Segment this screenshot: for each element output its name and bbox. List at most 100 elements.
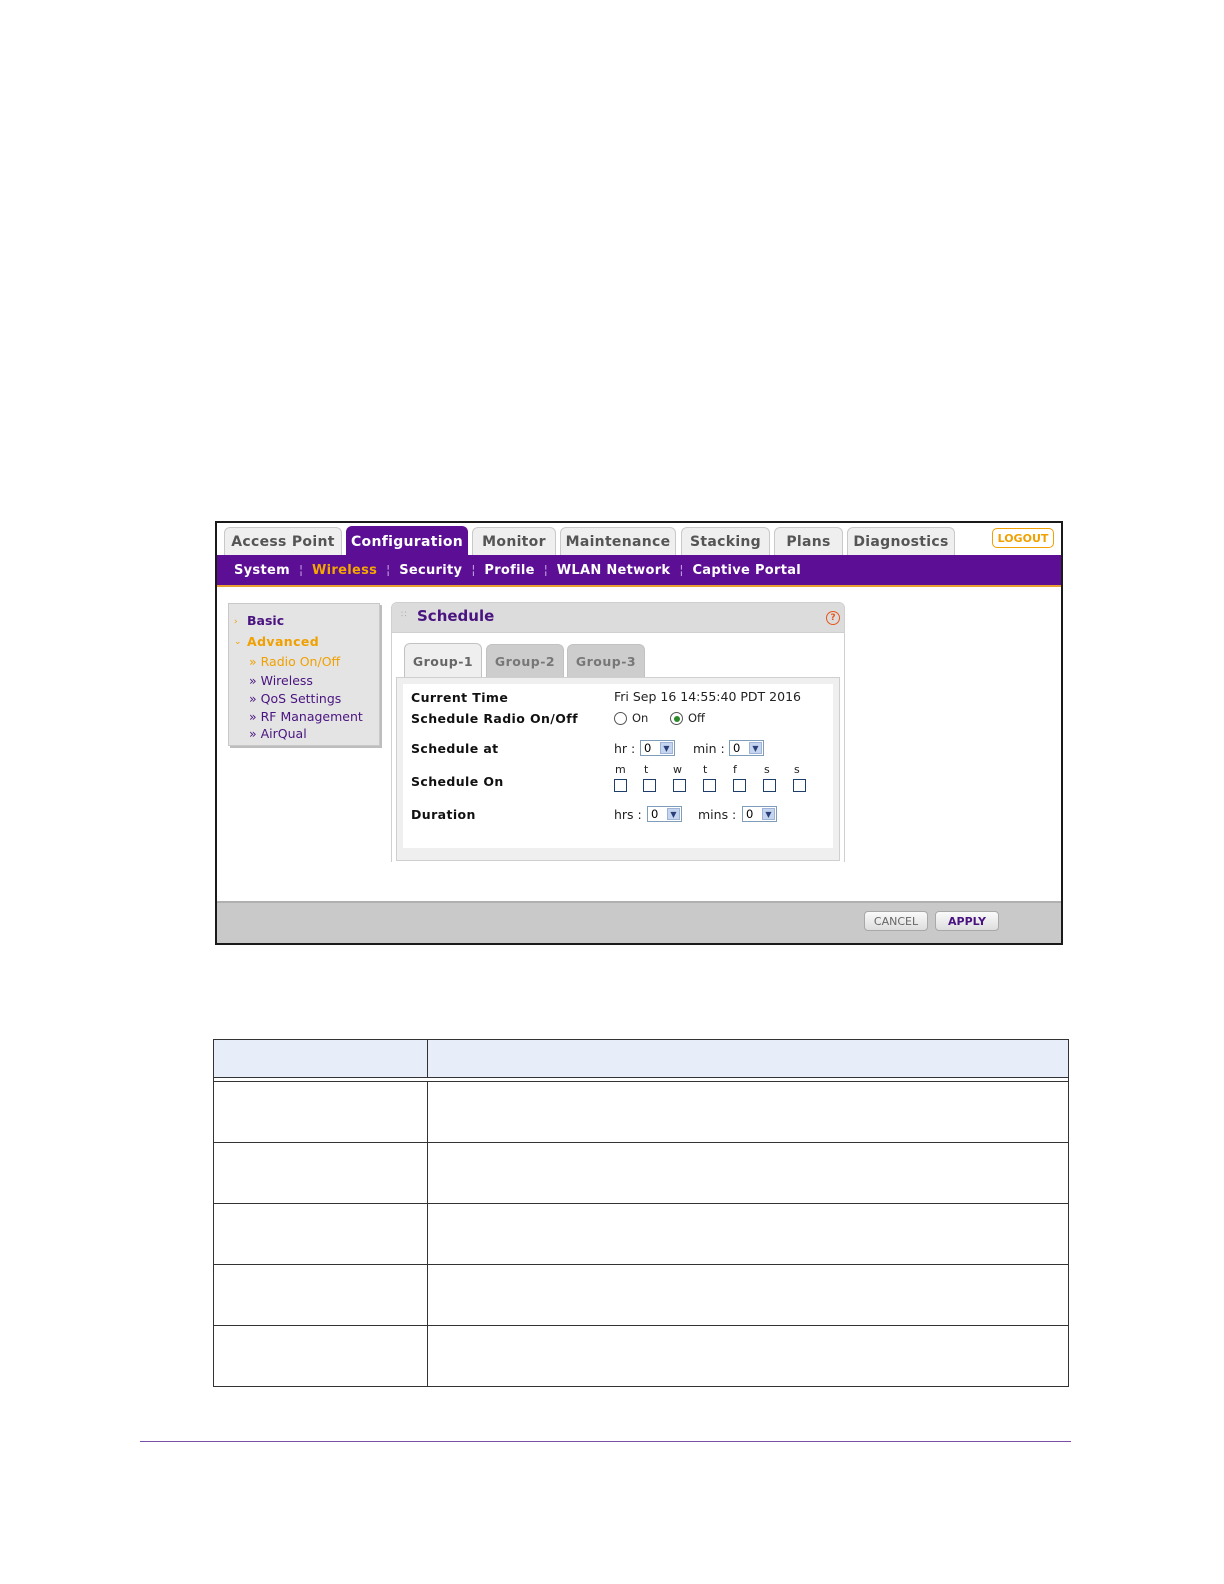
radio-off-label: Off xyxy=(688,711,705,725)
cancel-button[interactable]: CANCEL xyxy=(864,911,928,931)
group-content: Current Time Fri Sep 16 14:55:40 PDT 201… xyxy=(396,677,840,861)
day-label: s xyxy=(794,763,800,776)
sub-navigation: System ¦ Wireless ¦ Security ¦ Profile ¦… xyxy=(217,555,1061,587)
router-screenshot: Access Point Configuration Monitor Maint… xyxy=(215,521,1063,945)
menu-advanced[interactable]: Advanced xyxy=(247,634,319,649)
menu-radio-on-off[interactable]: » Radio On/Off xyxy=(249,654,340,669)
table-cell xyxy=(427,1325,1069,1387)
table-cell xyxy=(427,1081,1069,1143)
panel-body: Group-1 Group-2 Group-3 Current Time Fri… xyxy=(392,633,844,863)
day-checkbox-mon[interactable] xyxy=(614,779,627,792)
table-row xyxy=(213,1081,1069,1143)
table-row xyxy=(213,1325,1069,1387)
panel-header: ∷ Schedule ? xyxy=(392,603,844,633)
left-menu: › Basic ⌄ Advanced » Radio On/Off » Wire… xyxy=(228,603,380,746)
panel-title: Schedule xyxy=(417,607,495,625)
table-header-cell xyxy=(427,1039,1069,1078)
min-select[interactable]: 0 ▼ xyxy=(729,740,764,756)
chevron-down-icon: ⌄ xyxy=(234,637,242,647)
chevron-down-icon: ▼ xyxy=(667,808,680,820)
tab-stacking[interactable]: Stacking xyxy=(681,527,770,555)
min-label: min : xyxy=(693,741,725,756)
day-checkbox-tue[interactable] xyxy=(643,779,656,792)
table-row xyxy=(213,1142,1069,1204)
table-cell xyxy=(213,1081,428,1143)
menu-basic[interactable]: Basic xyxy=(247,613,284,628)
tab-access-point[interactable]: Access Point xyxy=(224,527,342,555)
settings-table xyxy=(213,1039,1069,1387)
day-label: t xyxy=(644,763,649,776)
current-time-label: Current Time xyxy=(411,690,509,705)
subnav-system[interactable]: System xyxy=(225,563,299,578)
table-cell xyxy=(427,1203,1069,1265)
footer-rule xyxy=(140,1441,1071,1442)
menu-wireless[interactable]: » Wireless xyxy=(249,673,313,688)
table-cell xyxy=(213,1142,428,1204)
table-cell xyxy=(427,1264,1069,1326)
hr-select[interactable]: 0 ▼ xyxy=(640,740,675,756)
subnav-wireless[interactable]: Wireless xyxy=(303,563,386,578)
duration-label: Duration xyxy=(411,807,476,822)
subnav-security[interactable]: Security xyxy=(390,563,471,578)
tab-plans[interactable]: Plans xyxy=(774,527,843,555)
top-tab-bar: Access Point Configuration Monitor Maint… xyxy=(217,523,1061,556)
day-checkbox-sat[interactable] xyxy=(763,779,776,792)
hrs-select[interactable]: 0 ▼ xyxy=(647,806,682,822)
hrs-label: hrs : xyxy=(614,807,642,822)
tab-configuration[interactable]: Configuration xyxy=(346,526,468,556)
current-time-value: Fri Sep 16 14:55:40 PDT 2016 xyxy=(614,689,801,704)
chevron-down-icon: ▼ xyxy=(762,808,775,820)
schedule-form: Current Time Fri Sep 16 14:55:40 PDT 201… xyxy=(403,684,833,848)
tab-maintenance[interactable]: Maintenance xyxy=(560,527,676,555)
tab-group-3[interactable]: Group-3 xyxy=(567,644,645,677)
tab-monitor[interactable]: Monitor xyxy=(472,527,556,555)
menu-airqual[interactable]: » AirQual xyxy=(249,726,307,741)
table-cell xyxy=(213,1203,428,1265)
hrs-select-value: 0 xyxy=(651,807,659,821)
radio-on[interactable] xyxy=(614,712,627,725)
day-checkbox-fri[interactable] xyxy=(733,779,746,792)
tab-group-2[interactable]: Group-2 xyxy=(486,644,564,677)
chevron-down-icon: ▼ xyxy=(660,742,673,754)
mins-label: mins : xyxy=(698,807,737,822)
table-row xyxy=(213,1264,1069,1326)
schedule-panel: ∷ Schedule ? Group-1 Group-2 Group-3 Cur… xyxy=(391,602,845,863)
table-header-cell xyxy=(213,1039,428,1078)
radio-off[interactable] xyxy=(670,712,683,725)
bottom-action-bar: CANCEL APPLY xyxy=(217,901,1061,943)
subnav-wlan-network[interactable]: WLAN Network xyxy=(548,563,680,578)
table-cell xyxy=(427,1142,1069,1204)
day-label: m xyxy=(615,763,626,776)
chevron-right-icon: › xyxy=(234,617,238,627)
mins-select[interactable]: 0 ▼ xyxy=(742,806,777,822)
chevron-down-icon: ▼ xyxy=(749,742,762,754)
help-icon[interactable]: ? xyxy=(826,611,840,625)
logout-button[interactable]: LOGOUT xyxy=(992,528,1054,548)
mins-select-value: 0 xyxy=(746,807,754,821)
day-checkbox-wed[interactable] xyxy=(673,779,686,792)
day-label: f xyxy=(733,763,737,776)
table-header-row xyxy=(213,1039,1069,1078)
tab-group-1[interactable]: Group-1 xyxy=(404,643,482,678)
subnav-profile[interactable]: Profile xyxy=(475,563,543,578)
day-checkbox-thu[interactable] xyxy=(703,779,716,792)
hr-label: hr : xyxy=(614,741,636,756)
day-label: w xyxy=(673,763,682,776)
apply-button[interactable]: APPLY xyxy=(935,911,999,931)
day-label: s xyxy=(764,763,770,776)
hr-select-value: 0 xyxy=(644,741,652,755)
table-row xyxy=(213,1203,1069,1265)
schedule-at-label: Schedule at xyxy=(411,741,499,756)
schedule-radio-label: Schedule Radio On/Off xyxy=(411,711,578,726)
radio-on-label: On xyxy=(632,711,649,725)
table-cell xyxy=(213,1264,428,1326)
table-cell xyxy=(213,1325,428,1387)
day-label: t xyxy=(703,763,708,776)
grip-icon: ∷ xyxy=(401,610,407,620)
subnav-captive-portal[interactable]: Captive Portal xyxy=(683,563,810,578)
min-select-value: 0 xyxy=(733,741,741,755)
menu-qos-settings[interactable]: » QoS Settings xyxy=(249,691,341,706)
tab-diagnostics[interactable]: Diagnostics xyxy=(847,527,955,555)
day-checkbox-sun[interactable] xyxy=(793,779,806,792)
menu-rf-management[interactable]: » RF Management xyxy=(249,709,363,724)
